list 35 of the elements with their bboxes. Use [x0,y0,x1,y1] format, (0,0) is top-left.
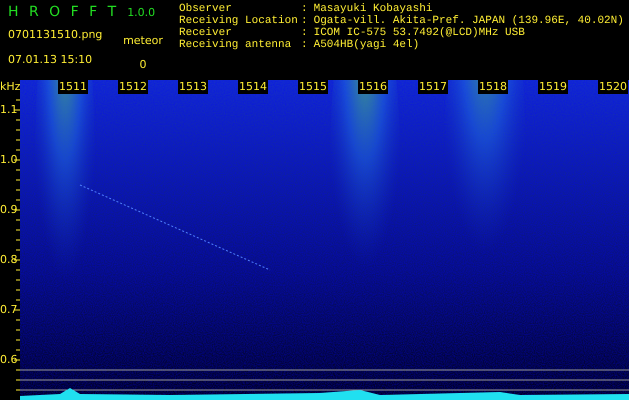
info-separator: : [300,3,309,15]
time-label: 1516 [358,80,388,94]
meteor-count: 0 [140,56,146,72]
info-separator: : [300,39,309,51]
frequency-label: 0.9 [0,204,18,216]
info-value: A504HB(yagi 4el) [314,39,420,51]
info-separator: : [300,27,309,39]
frequency-label: 1.1 [0,104,18,116]
time-label: 1513 [178,80,208,94]
info-label: Receiving Location [179,15,297,27]
time-label: 1512 [118,80,148,94]
time-label: 1518 [478,80,508,94]
info-label: Receiving antenna [179,39,292,51]
time-label: 1514 [238,80,268,94]
info-value: Ogata-vill. Akita-Pref. JAPAN (139.96E, 40.02N) [314,15,624,27]
timestamp: 07.01.13 15:10 [8,52,94,68]
frequency-label: 0.6 [0,354,18,366]
app-version: 1.0.0 [127,4,156,20]
time-label: 1519 [538,80,568,94]
frequency-label: 1.0 [0,154,18,166]
file-name: 0701131510.png [8,27,104,43]
unit-label: kHz [0,80,20,94]
frequency-label: 0.8 [0,254,18,266]
frequency-label: 0.7 [0,304,18,316]
time-label: 1515 [298,80,328,94]
info-value: ICOM IC-575 53.7492(@LCD)MHz USB [314,27,525,39]
info-label: Observer [179,3,233,15]
meteor-label: meteor [123,33,163,49]
info-separator: : [300,15,309,27]
time-label: 1511 [58,80,88,94]
info-label: Receiver [179,27,233,39]
info-value: Masayuki Kobayashi [314,3,432,15]
app-name: H R O F F T [8,3,120,22]
time-label: 1517 [418,80,448,94]
time-label: 1520 [598,80,628,94]
